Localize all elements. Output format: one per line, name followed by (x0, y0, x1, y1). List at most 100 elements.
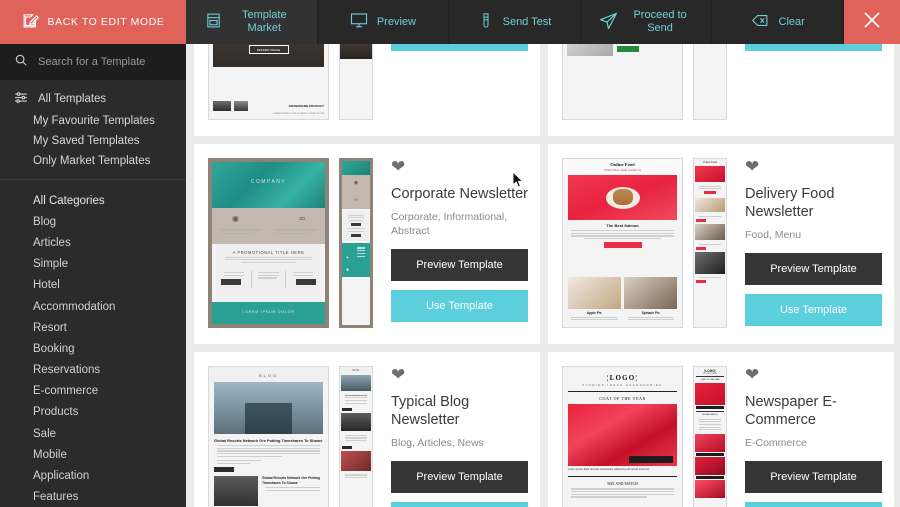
sidebar-item-my-favourite-templates[interactable]: My Favourite Templates (0, 111, 186, 131)
use-template-button[interactable]: Use Template (745, 294, 882, 326)
template-thumbnail[interactable]: Online Food Today's Menu Deals Contact U… (562, 158, 683, 328)
filter-group: All Templates My Favourite Templates My … (0, 80, 186, 180)
sidebar-item-label: Only Market Templates (33, 155, 151, 167)
sidebar-category-resort[interactable]: Resort (0, 317, 186, 338)
back-to-edit-mode-button[interactable]: BACK TO EDIT MODE (0, 0, 186, 44)
template-title: Newspaper E-Commerce (745, 394, 837, 428)
template-grid-area[interactable]: MAISON CHIC ST $195 VINTAGE $160 (186, 44, 900, 507)
sidebar-category-application[interactable]: Application (0, 465, 186, 486)
sidebar-item-my-saved-templates[interactable]: My Saved Templates (0, 131, 186, 151)
template-meta: ❤ Preview Template Use Template (727, 44, 882, 122)
heart-favourite-icon[interactable]: ❤ (391, 158, 528, 175)
close-button[interactable] (843, 0, 900, 44)
sidebar-item-only-market-templates[interactable]: Only Market Templates (0, 151, 186, 171)
newspaper-mix-title: MIX AND MATCH (607, 482, 638, 487)
template-title: Corporate Newsletter (391, 186, 528, 202)
food-nav: Today's Menu Deals Contact Us (604, 168, 641, 172)
toolbar-item-proceed-to-send[interactable]: Proceed to Send (581, 0, 713, 44)
sidebar-category-blog[interactable]: Blog (0, 211, 186, 232)
sidebar-category-booking[interactable]: Booking (0, 338, 186, 359)
preview-template-button[interactable]: Preview Template (391, 461, 528, 493)
template-card-typical-blog-newsletter[interactable]: BLOG Global Resorts Network Gre Putting … (194, 352, 540, 507)
template-meta: ❤ Corporate Newsletter Corporate, Inform… (373, 158, 528, 330)
template-tags: Corporate, Informational, Abstract (391, 211, 508, 237)
toolbar-item-template-market[interactable]: Template Market (186, 0, 318, 44)
sidebar-item-label: All Templates (38, 92, 107, 105)
template-market-icon (205, 12, 222, 33)
template-row: MAISON CHIC ST $195 VINTAGE $160 (186, 44, 900, 136)
template-title: Typical Blog Newsletter (391, 394, 470, 428)
template-tags: Food, Menu (745, 229, 802, 241)
sidebar-category-accommodation[interactable]: Accommodation (0, 296, 186, 317)
use-template-button[interactable]: Use Template (391, 290, 528, 322)
sidebar-category-articles[interactable]: Articles (0, 232, 186, 253)
toolbar-item-label: Clear (778, 15, 805, 28)
use-template-button[interactable]: Use Template (391, 44, 528, 51)
food-article-title: The Best Salmon (606, 223, 639, 228)
template-card-corporate-newsletter[interactable]: ◉ ∞ A PROMOTIONAL TITLE HERE (194, 144, 540, 344)
search-input[interactable] (38, 56, 168, 68)
preview-template-button[interactable]: Preview Template (745, 253, 882, 285)
template-full-preview-strip[interactable]: ¦LOGO¦ STORIES IDEAS COAT OF THE YEAR MI… (693, 366, 727, 507)
template-thumbnail[interactable]: ¦LOGO¦ STORIES IDEAS ACCESSORIES COAT OF… (562, 366, 683, 507)
corporate-promo-title: A PROMOTIONAL TITLE HERE (232, 250, 305, 255)
sidebar-item-label: My Favourite Templates (33, 115, 155, 127)
corporate-hero (212, 162, 325, 208)
toolbar-item-clear[interactable]: Clear (712, 0, 844, 44)
sliders-icon (14, 90, 28, 107)
sidebar-category-mobile[interactable]: Mobile (0, 444, 186, 465)
shoes-discount-banner: GET 25% DISCOUNT ON ALL ITEMS (213, 44, 324, 67)
toolbar-item-preview[interactable]: Preview (318, 0, 450, 44)
preview-monitor-icon (350, 11, 368, 33)
template-meta: ❤ Typical Blog Newsletter Blog, Articles… (373, 366, 528, 507)
template-full-preview-strip[interactable]: Online Food (693, 158, 727, 328)
template-thumbnail[interactable]: MAISON CHIC ST $195 VINTAGE $160 (208, 44, 329, 120)
backspace-icon (751, 12, 770, 33)
newspaper-coat-title: COAT OF THE YEAR (599, 396, 646, 401)
newspaper-subtitle: STORIES IDEAS ACCESSORIES (582, 384, 663, 387)
template-row: ◉ ∞ A PROMOTIONAL TITLE HERE (186, 144, 900, 344)
food-item-name: Spinach Pie (641, 311, 660, 315)
template-thumbnail[interactable]: BLOG Global Resorts Network Gre Putting … (208, 366, 329, 507)
template-meta: ❤ Preview Template Use Template (373, 44, 528, 122)
shoes-banner-button (248, 45, 289, 54)
template-full-preview-strip[interactable]: BLOG (339, 366, 373, 507)
search-bar[interactable] (0, 44, 186, 80)
sidebar-category-products[interactable]: Products (0, 402, 186, 423)
template-card-shoes-store[interactable]: MAISON CHIC ST $195 VINTAGE $160 (194, 44, 540, 136)
test-tube-icon (478, 12, 494, 33)
template-full-preview-strip[interactable]: ◉ ∞ + ● (339, 158, 373, 328)
heart-favourite-icon[interactable]: ❤ (745, 366, 882, 383)
paper-plane-icon (599, 11, 618, 34)
edit-pencil-icon (22, 12, 39, 32)
toolbar-item-send-test[interactable]: Send Test (449, 0, 581, 44)
heart-favourite-icon[interactable]: ❤ (745, 158, 882, 175)
template-thumbnail[interactable]: ◉ ∞ A PROMOTIONAL TITLE HERE (208, 158, 329, 328)
sidebar-category-hotel[interactable]: Hotel (0, 275, 186, 296)
template-meta: ❤ Newspaper E-Commerce E-Commerce Previe… (727, 366, 882, 507)
sidebar-category-e-commerce[interactable]: E-commerce (0, 381, 186, 402)
newspaper-logo: ¦LOGO¦ (606, 374, 639, 382)
use-template-button[interactable]: Use Template (391, 502, 528, 507)
template-card-newspaper-ecommerce[interactable]: ¦LOGO¦ STORIES IDEAS ACCESSORIES COAT OF… (548, 352, 894, 507)
sidebar-item-all-templates[interactable]: All Templates (0, 86, 186, 111)
sidebar-category-all-categories[interactable]: All Categories (0, 190, 186, 211)
template-meta: ❤ Delivery Food Newsletter Food, Menu Pr… (727, 158, 882, 330)
sidebar-category-reservations[interactable]: Reservations (0, 360, 186, 381)
template-card-food-menu[interactable]: $5.99 Pineapple Onions Pizza $8.99 (548, 44, 894, 136)
use-template-button[interactable]: Use Template (745, 502, 882, 507)
template-title: Delivery Food Newsletter (745, 186, 835, 220)
template-thumbnail[interactable]: $5.99 Pineapple Onions Pizza $8.99 (562, 44, 683, 120)
preview-template-button[interactable]: Preview Template (391, 249, 528, 281)
template-full-preview-strip[interactable]: JUSTO VINTAGE (339, 44, 373, 120)
top-toolbar: BACK TO EDIT MODE Template Market Previe… (0, 0, 900, 44)
sidebar-category-sale[interactable]: Sale (0, 423, 186, 444)
template-full-preview-strip[interactable]: GET IN TOUCH (693, 44, 727, 120)
use-template-button[interactable]: Use Template (745, 44, 882, 51)
template-card-delivery-food-newsletter[interactable]: Online Food Today's Menu Deals Contact U… (548, 144, 894, 344)
sidebar-category-simple[interactable]: Simple (0, 254, 186, 275)
heart-favourite-icon[interactable]: ❤ (391, 366, 528, 383)
sidebar-category-features[interactable]: Features (0, 487, 186, 507)
preview-template-button[interactable]: Preview Template (745, 461, 882, 493)
toolbar-item-label: Send Test (502, 15, 552, 28)
